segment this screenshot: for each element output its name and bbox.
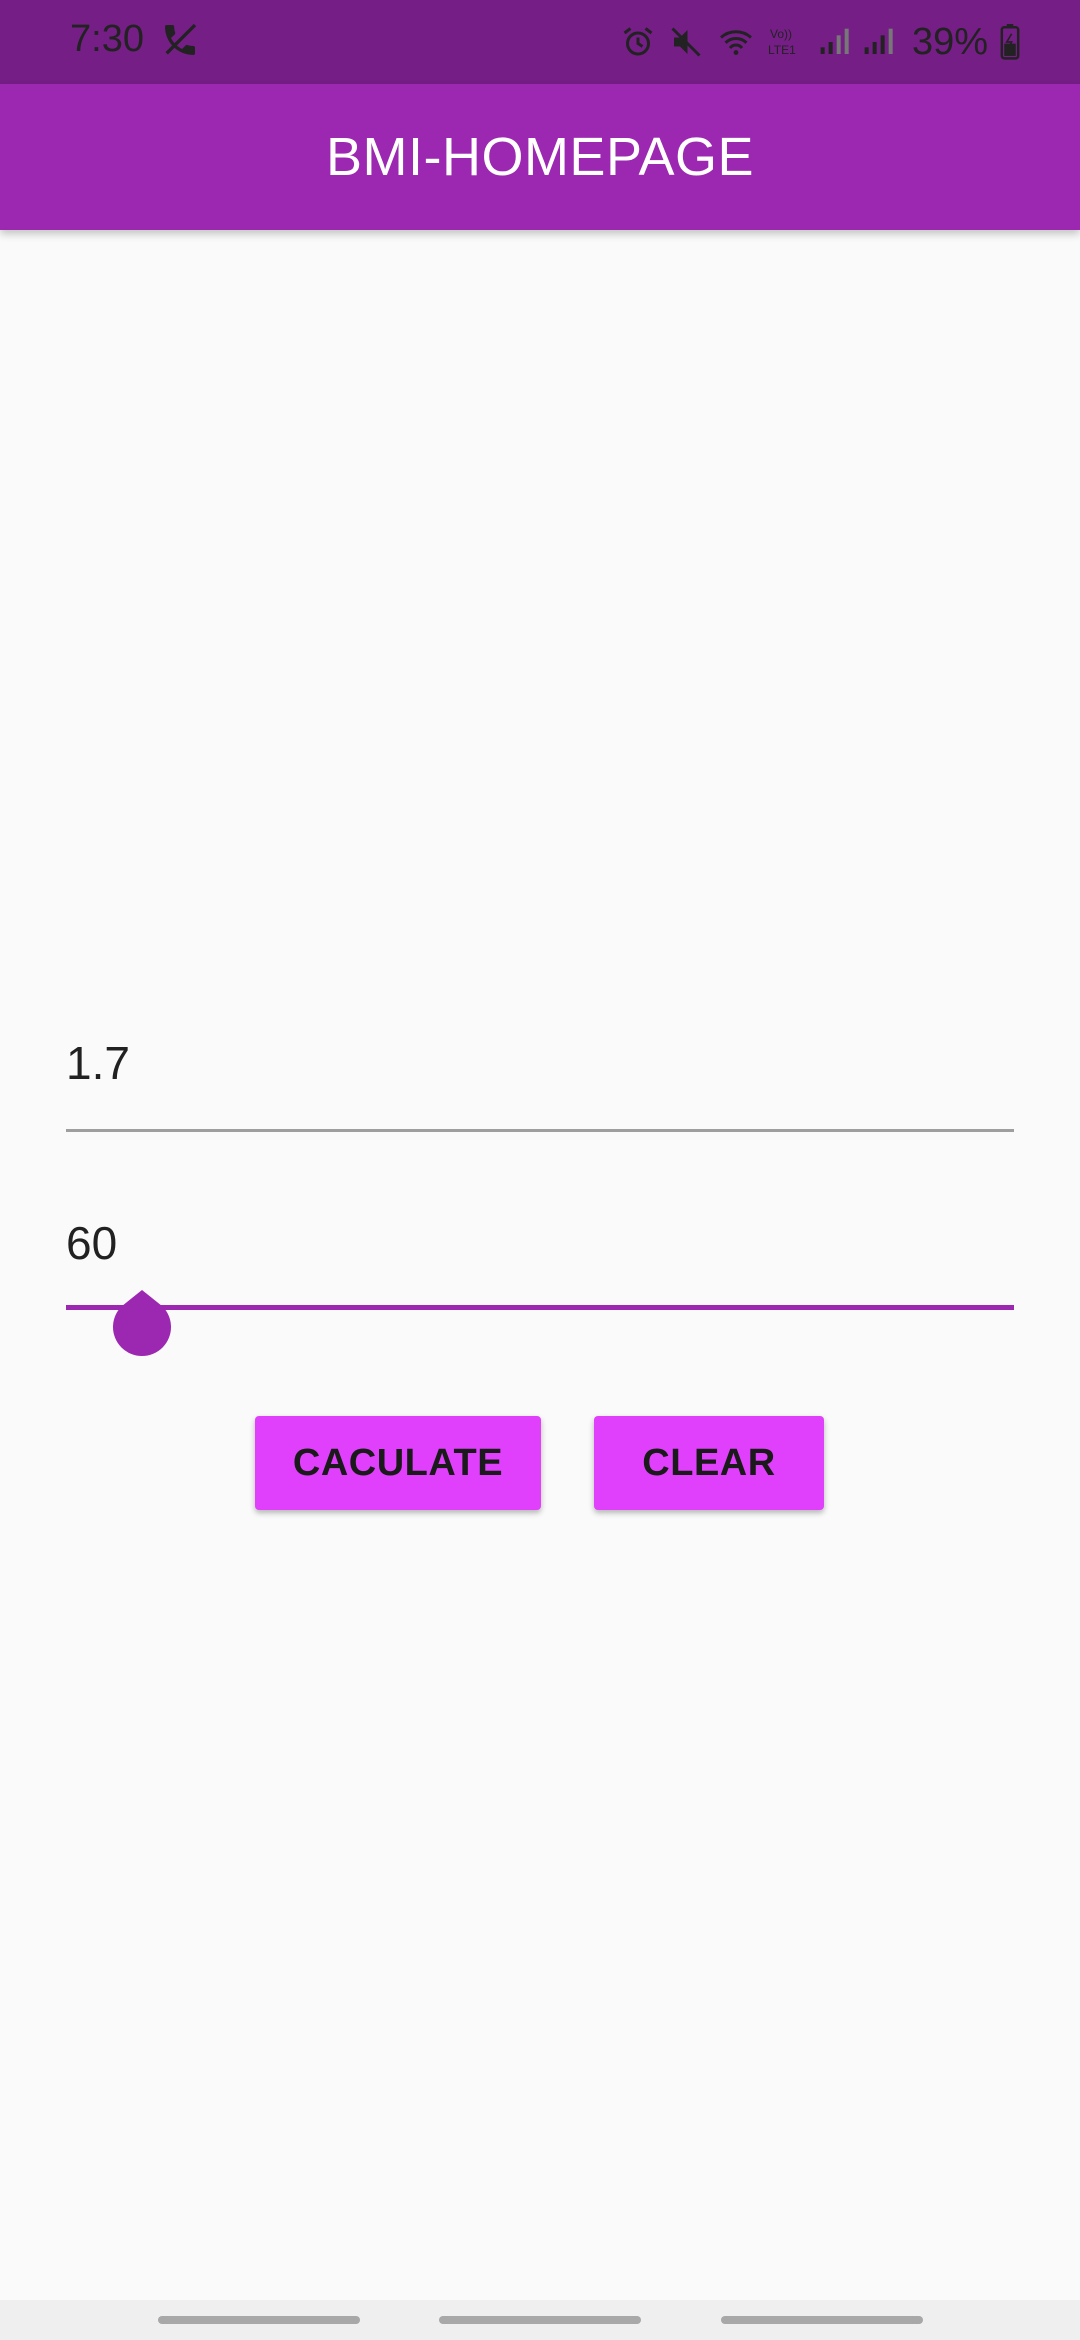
nav-recents-button[interactable] bbox=[158, 2316, 360, 2324]
page-title: BMI-HOMEPAGE bbox=[325, 127, 755, 187]
alarm-icon bbox=[620, 24, 656, 60]
slider-thumb[interactable] bbox=[113, 1290, 172, 1362]
clear-button[interactable]: CLEAR bbox=[594, 1416, 824, 1510]
call-muted-icon bbox=[160, 20, 200, 65]
height-value: 1.7 bbox=[66, 1037, 130, 1089]
svg-text:LTE1: LTE1 bbox=[768, 43, 796, 57]
signal-icon bbox=[818, 25, 850, 59]
svg-text:Vo)): Vo)) bbox=[770, 27, 792, 41]
status-icons: Vo)) LTE1 39% bbox=[620, 18, 1020, 66]
battery-percent: 39% bbox=[911, 20, 988, 63]
weight-value: 60 bbox=[66, 1217, 118, 1269]
signal-icon-2 bbox=[862, 25, 894, 59]
calculate-button[interactable]: CACULATE bbox=[255, 1416, 541, 1510]
vibrate-off-icon bbox=[668, 24, 704, 60]
status-time: 7:30 bbox=[70, 18, 144, 60]
navigation-bar bbox=[0, 2300, 1080, 2340]
status-bar: 7:30 Vo)) LTE1 39% bbox=[0, 0, 1080, 84]
weight-slider[interactable] bbox=[66, 1290, 1014, 1356]
volte-icon: Vo)) LTE1 bbox=[768, 24, 806, 60]
height-input[interactable]: 1.7 bbox=[66, 1022, 1014, 1132]
app-bar: BMI-HOMEPAGE bbox=[0, 84, 1080, 230]
battery-icon bbox=[1000, 24, 1020, 60]
slider-track bbox=[66, 1305, 1014, 1310]
nav-back-button[interactable] bbox=[721, 2316, 923, 2324]
wifi-icon bbox=[716, 24, 756, 60]
nav-home-button[interactable] bbox=[439, 2316, 641, 2324]
